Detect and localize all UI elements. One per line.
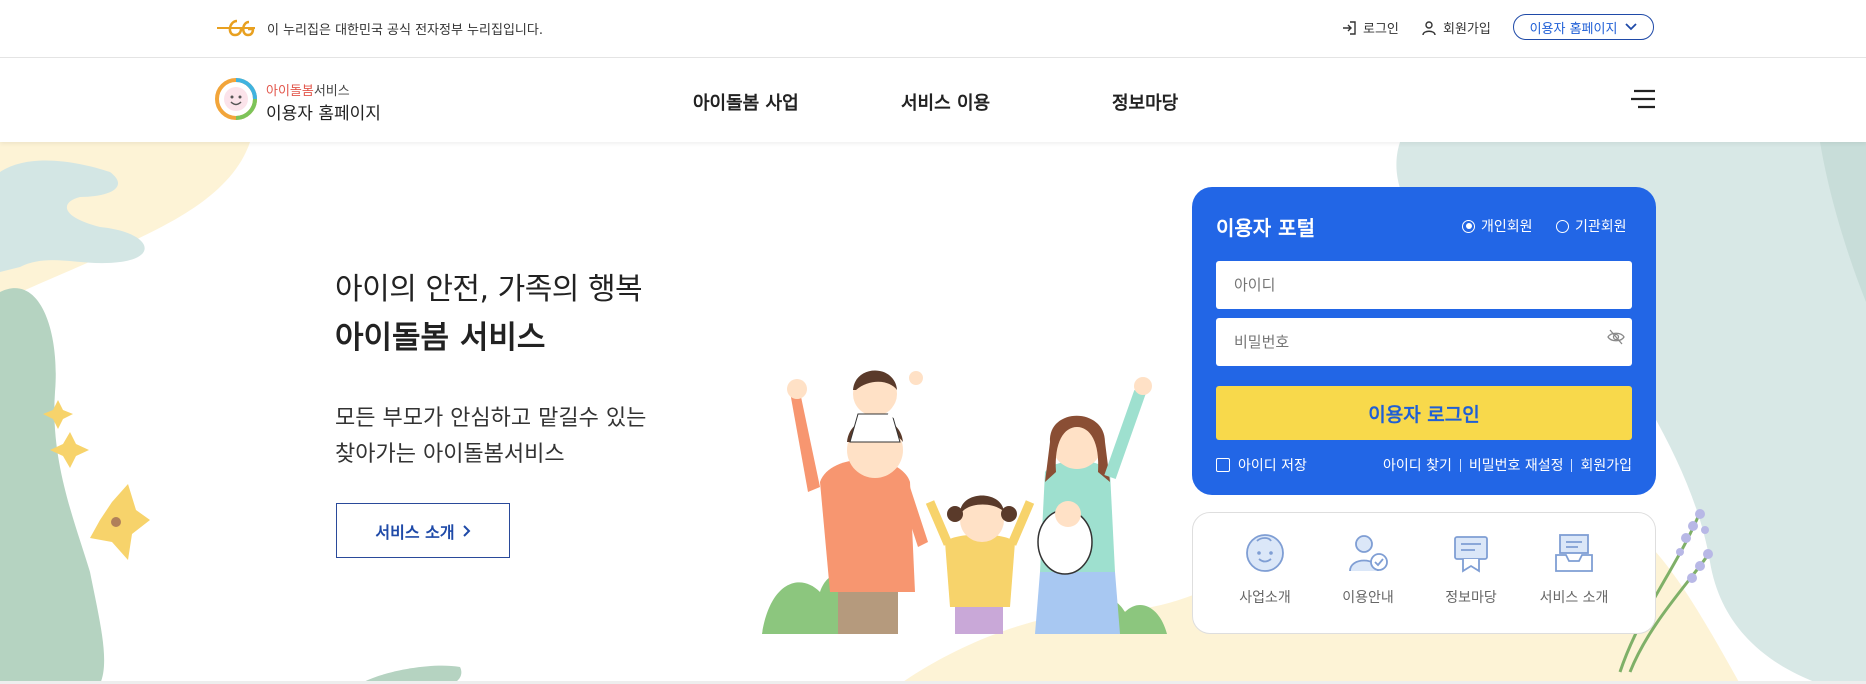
radio-checked-icon: [1462, 219, 1475, 233]
quick-link-label: 정보마당: [1445, 590, 1497, 606]
save-id-label: 아이디 저장: [1238, 458, 1307, 474]
document-icon: [1454, 536, 1488, 573]
hero-description-line1: 모든 부모가 안심하고 맡길수 있는: [335, 406, 647, 431]
chevron-right-icon: [462, 524, 470, 537]
user-portal-login: 이용자 포털 개인회원 기관회원 이용자 로그인 아이디 저장 아이디 찾기 비…: [1192, 187, 1656, 495]
family-illustration: [762, 370, 1167, 634]
link-divider: [1459, 458, 1461, 472]
portal-title: 이용자 포털: [1216, 216, 1315, 240]
brand-name-rest: 서비스: [313, 84, 350, 99]
eye-off-icon[interactable]: [1607, 328, 1625, 346]
inbox-icon: [1555, 534, 1593, 572]
radio-personal-label: 개인회원: [1481, 219, 1533, 235]
hero-description-line2: 찾아가는 아이돌봄서비스: [335, 442, 565, 467]
hamburger-menu-icon[interactable]: [1630, 88, 1656, 110]
quick-link-usage-guide[interactable]: 이용안내: [1328, 531, 1408, 607]
hero-service-title: 아이돌봄 서비스: [335, 320, 546, 356]
homepage-select-label: 이용자 홈페이지: [1529, 21, 1618, 37]
login-link-label: 로그인: [1363, 22, 1399, 37]
nav-menu-info[interactable]: 정보마당: [1112, 89, 1178, 115]
radio-personal-member[interactable]: 개인회원: [1462, 216, 1533, 236]
account-links: 아이디 찾기 비밀번호 재설정 회원가입: [1383, 455, 1632, 475]
user-login-button[interactable]: 이용자 로그인: [1216, 386, 1632, 440]
chevron-down-icon: [1625, 23, 1638, 31]
brand-name: 아이돌봄서비스: [266, 80, 350, 99]
egov-logo-icon: [217, 19, 255, 37]
hero-headline: 아이의 안전, 가족의 행복: [335, 272, 643, 307]
portal-signup-link[interactable]: 회원가입: [1580, 455, 1632, 475]
gov-banner: 이 누리집은 대한민국 공식 전자정부 누리집입니다. 로그인 회원가입 이용자…: [0, 0, 1866, 58]
checkbox-icon: [1216, 458, 1230, 472]
signup-link[interactable]: 회원가입: [1421, 18, 1491, 37]
quick-link-label: 이용안내: [1342, 590, 1394, 606]
nav-menu-childcare-business[interactable]: 아이돌봄 사업: [693, 89, 799, 115]
brand-name-highlight: 아이돌봄: [266, 84, 314, 99]
quick-link-service-intro[interactable]: 서비스 소개: [1534, 531, 1614, 607]
homepage-select[interactable]: 이용자 홈페이지: [1513, 14, 1654, 40]
password-input[interactable]: [1216, 318, 1632, 366]
quick-link-business-intro[interactable]: 사업소개: [1225, 531, 1305, 607]
radio-org-label: 기관회원: [1575, 219, 1627, 235]
user-check-icon: [1349, 535, 1388, 572]
reset-password-link[interactable]: 비밀번호 재설정: [1469, 455, 1564, 475]
quick-link-info[interactable]: 정보마당: [1431, 531, 1511, 607]
hero-section: 아이의 안전, 가족의 행복 아이돌봄 서비스 모든 부모가 안심하고 맡길수 …: [0, 142, 1866, 684]
quick-link-label: 서비스 소개: [1539, 590, 1609, 606]
user-id-input[interactable]: [1216, 261, 1632, 309]
save-id-checkbox[interactable]: 아이디 저장: [1216, 455, 1307, 475]
login-icon: [1343, 20, 1356, 35]
radio-unchecked-icon: [1556, 219, 1569, 233]
login-link[interactable]: 로그인: [1341, 18, 1399, 37]
signup-link-label: 회원가입: [1443, 22, 1491, 37]
service-intro-button[interactable]: 서비스 소개: [336, 503, 510, 558]
quick-links-panel: 사업소개 이용안내 정보마당 서비스 소개: [1192, 512, 1656, 634]
baby-face-icon: [1246, 534, 1284, 572]
smiley-logo-icon[interactable]: [215, 78, 257, 120]
radio-organization-member[interactable]: 기관회원: [1556, 216, 1627, 236]
gov-banner-text: 이 누리집은 대한민국 공식 전자정부 누리집입니다.: [267, 23, 543, 38]
quick-link-label: 사업소개: [1239, 590, 1291, 606]
brand-subtitle: 이용자 홈페이지: [266, 104, 381, 124]
service-intro-button-label: 서비스 소개: [375, 522, 455, 542]
find-id-link[interactable]: 아이디 찾기: [1383, 455, 1452, 475]
link-divider: [1571, 458, 1573, 472]
user-icon: [1422, 20, 1436, 35]
main-header: 아이돌봄서비스 이용자 홈페이지 아이돌봄 사업 서비스 이용 정보마당: [0, 58, 1866, 142]
nav-menu-service-use[interactable]: 서비스 이용: [901, 89, 990, 115]
